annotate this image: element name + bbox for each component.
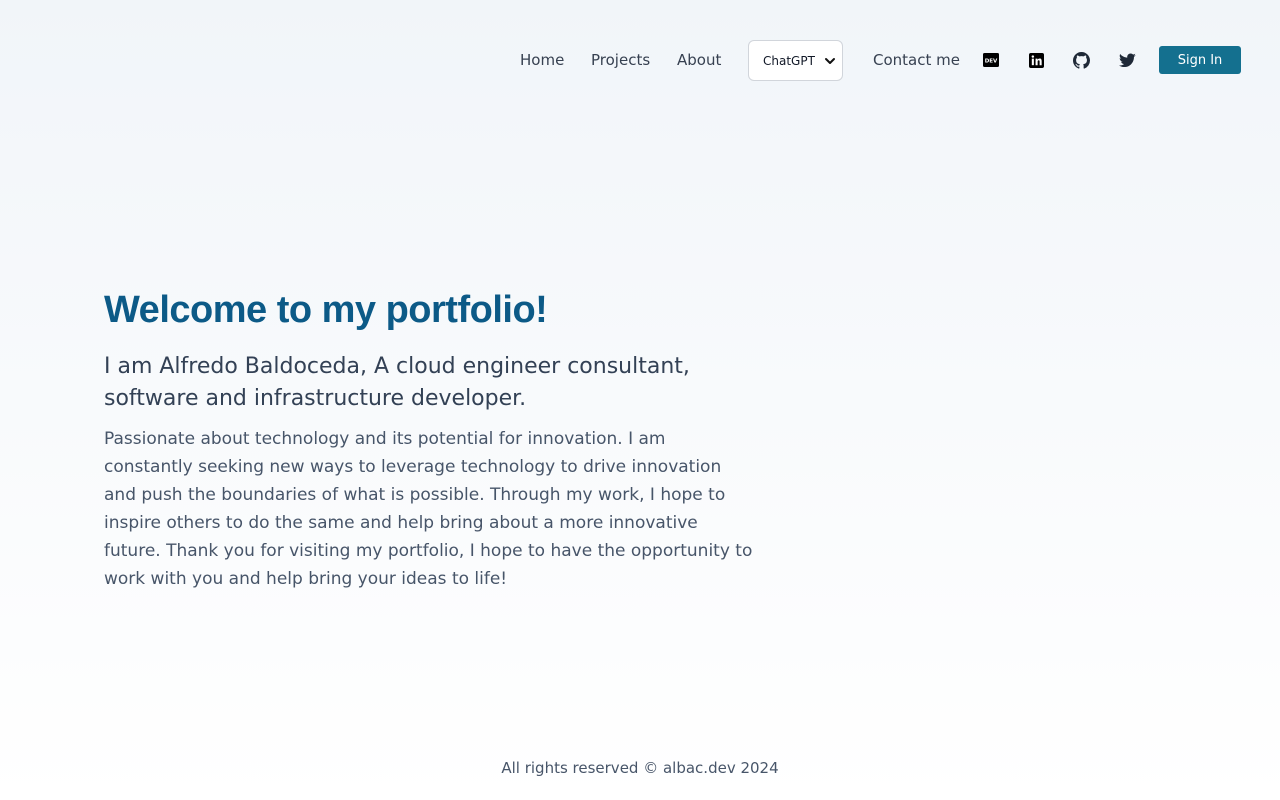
hero-description: Passionate about technology and its pote… (104, 429, 753, 589)
github-link[interactable] (1072, 51, 1090, 69)
svg-text:DEV: DEV (985, 59, 998, 65)
nav-link-home[interactable]: Home (520, 50, 564, 70)
model-select[interactable]: ChatGPT (748, 40, 843, 81)
top-navigation: Home Projects About ChatGPT Contact me D… (0, 40, 1280, 81)
nav-link-about[interactable]: About (677, 50, 721, 70)
page-title: Welcome to my portfolio! (104, 289, 548, 331)
twitter-link[interactable] (1118, 51, 1136, 69)
linkedin-icon (1028, 52, 1044, 68)
nav-link-projects[interactable]: Projects (591, 50, 650, 70)
footer: All rights reserved © albac.dev 2024 (0, 758, 1280, 778)
hero-section: Welcome to my portfolio! I am Alfredo Ba… (104, 288, 764, 593)
nav-link-contact[interactable]: Contact me (873, 50, 960, 70)
footer-copyright: All rights reserved © albac.dev 2024 (501, 759, 779, 777)
dev-icon: DEV (983, 53, 999, 67)
hero-subtitle: I am Alfredo Baldoceda, A cloud engineer… (104, 354, 690, 411)
github-icon (1072, 51, 1090, 69)
sign-in-button[interactable]: Sign In (1159, 46, 1241, 74)
twitter-icon (1118, 52, 1136, 67)
model-select-value: ChatGPT (763, 53, 815, 68)
dev-to-link[interactable]: DEV (982, 51, 1000, 69)
linkedin-link[interactable] (1027, 51, 1045, 69)
chevron-down-icon (825, 58, 835, 64)
